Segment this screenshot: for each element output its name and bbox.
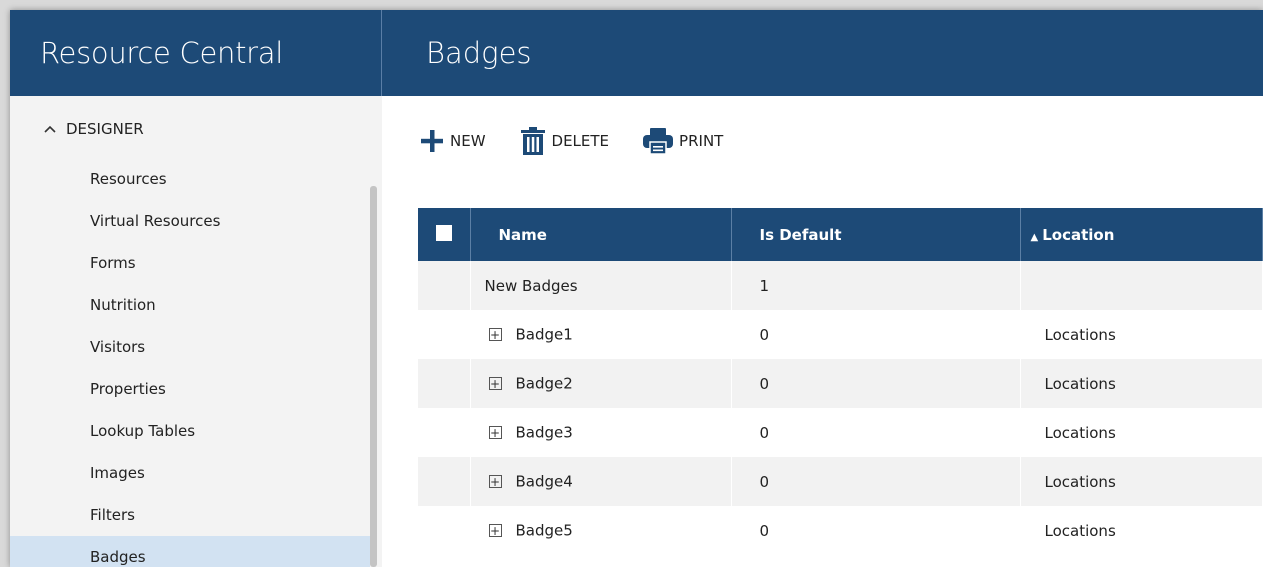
- column-header-name[interactable]: Name: [470, 208, 732, 261]
- print-label: PRINT: [679, 132, 724, 150]
- row-select-cell: [418, 408, 471, 457]
- table-row[interactable]: + Badge3 0 Locations: [418, 408, 1263, 457]
- plus-box-icon[interactable]: +: [488, 426, 502, 440]
- name-cell: + Badge2: [470, 359, 732, 408]
- sidebar: Resource Central DESIGNER Resources Virt…: [10, 10, 382, 567]
- trash-icon: [520, 127, 545, 155]
- group-name: New Badges: [470, 261, 732, 310]
- sidebar-item-visitors[interactable]: Visitors: [10, 326, 370, 368]
- section-designer[interactable]: DESIGNER: [44, 120, 144, 138]
- app-title: Resource Central: [10, 10, 382, 96]
- select-all-checkbox[interactable]: [435, 224, 452, 241]
- name-cell: + Badge5: [470, 506, 732, 555]
- location-cell: Locations: [1020, 408, 1263, 457]
- sidebar-item-filters[interactable]: Filters: [10, 494, 370, 536]
- column-header-location-label: Location: [1042, 225, 1115, 244]
- is-default-cell: 0: [731, 359, 1021, 408]
- row-name: Badge4: [515, 472, 573, 491]
- sidebar-item-images[interactable]: Images: [10, 452, 370, 494]
- badges-table: Name Is Default ▲Location New Badges 1: [418, 208, 1263, 555]
- name-cell: + Badge3: [470, 408, 732, 457]
- location-cell: Locations: [1020, 359, 1263, 408]
- select-all-cell: [418, 208, 471, 261]
- print-button[interactable]: PRINT: [643, 121, 723, 161]
- is-default-cell: 0: [731, 408, 1021, 457]
- table-header-row: Name Is Default ▲ Location: [418, 208, 1263, 261]
- is-default-cell: 0: [731, 310, 1021, 359]
- location-cell: Locations: [1020, 506, 1263, 555]
- is-default-cell: 0: [731, 506, 1021, 555]
- table-row-group[interactable]: New Badges 1: [418, 261, 1263, 310]
- row-select-cell: [418, 261, 471, 310]
- sidebar-scrollbar[interactable]: [370, 186, 377, 567]
- plus-box-icon[interactable]: +: [488, 524, 502, 538]
- column-header-location[interactable]: ▲ Location: [1020, 208, 1263, 261]
- sidebar-item-properties[interactable]: Properties: [10, 368, 370, 410]
- row-name: Badge1: [515, 325, 573, 344]
- plus-box-icon[interactable]: +: [488, 328, 502, 342]
- new-label: NEW: [450, 132, 486, 150]
- row-select-cell: [418, 506, 471, 555]
- sort-ascending-icon: ▲: [1030, 231, 1039, 243]
- is-default-cell: 1: [731, 261, 1021, 310]
- delete-label: DELETE: [551, 132, 610, 150]
- location-cell: [1020, 261, 1263, 310]
- chevron-up-icon: [44, 125, 56, 133]
- name-cell: + Badge4: [470, 457, 732, 506]
- location-cell: Locations: [1020, 310, 1263, 359]
- table-row[interactable]: + Badge1 0 Locations: [418, 310, 1263, 359]
- plus-box-icon[interactable]: +: [488, 475, 502, 489]
- row-select-cell: [418, 457, 471, 506]
- row-select-cell: [418, 310, 471, 359]
- sidebar-item-forms[interactable]: Forms: [10, 242, 370, 284]
- section-label: DESIGNER: [66, 120, 144, 138]
- sidebar-item-badges[interactable]: Badges: [10, 536, 370, 567]
- sidebar-item-resources[interactable]: Resources: [10, 158, 370, 200]
- row-name: Badge5: [515, 521, 573, 540]
- nav-list: Resources Virtual Resources Forms Nutrit…: [10, 158, 370, 567]
- main-panel: Badges NEW DELETE PRINT Name Is Default …: [382, 10, 1263, 567]
- app-window: Resource Central DESIGNER Resources Virt…: [10, 10, 1263, 567]
- row-name: Badge3: [515, 423, 573, 442]
- printer-icon: [643, 128, 674, 154]
- sidebar-item-nutrition[interactable]: Nutrition: [10, 284, 370, 326]
- name-cell: + Badge1: [470, 310, 732, 359]
- plus-box-icon[interactable]: +: [488, 377, 502, 391]
- is-default-cell: 0: [731, 457, 1021, 506]
- new-button[interactable]: NEW: [420, 121, 486, 161]
- row-select-cell: [418, 359, 471, 408]
- table-row[interactable]: + Badge5 0 Locations: [418, 506, 1263, 555]
- sidebar-item-virtual-resources[interactable]: Virtual Resources: [10, 200, 370, 242]
- row-name: Badge2: [515, 374, 573, 393]
- page-title: Badges: [382, 10, 1263, 96]
- table-row[interactable]: + Badge4 0 Locations: [418, 457, 1263, 506]
- toolbar: NEW DELETE PRINT: [420, 121, 757, 161]
- plus-icon: [421, 130, 443, 152]
- delete-button[interactable]: DELETE: [520, 121, 610, 161]
- location-cell: Locations: [1020, 457, 1263, 506]
- table-row[interactable]: + Badge2 0 Locations: [418, 359, 1263, 408]
- sidebar-item-lookup-tables[interactable]: Lookup Tables: [10, 410, 370, 452]
- column-header-is-default[interactable]: Is Default: [731, 208, 1021, 261]
